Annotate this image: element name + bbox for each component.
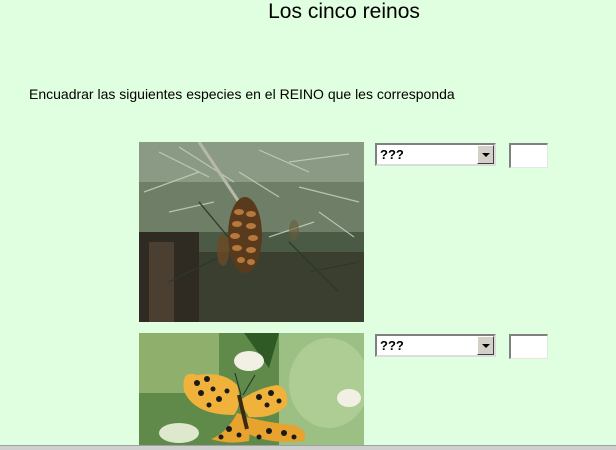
pine-cone-photo [139,142,364,322]
butterfly-photo [139,333,364,445]
kingdom-dropdown[interactable]: ??? [375,143,496,166]
answer-field[interactable] [509,334,548,359]
answer-field[interactable] [509,143,548,168]
window-bottom-edge [0,445,616,450]
kingdom-selected-value: ??? [380,147,404,162]
chevron-down-icon[interactable] [477,336,494,355]
instructions-text: Encuadrar las siguientes especies en el … [29,86,455,102]
page-title: Los cinco reinos [268,0,420,23]
kingdom-selected-value: ??? [380,338,404,353]
kingdom-dropdown[interactable]: ??? [375,334,496,357]
chevron-down-icon[interactable] [477,145,494,164]
